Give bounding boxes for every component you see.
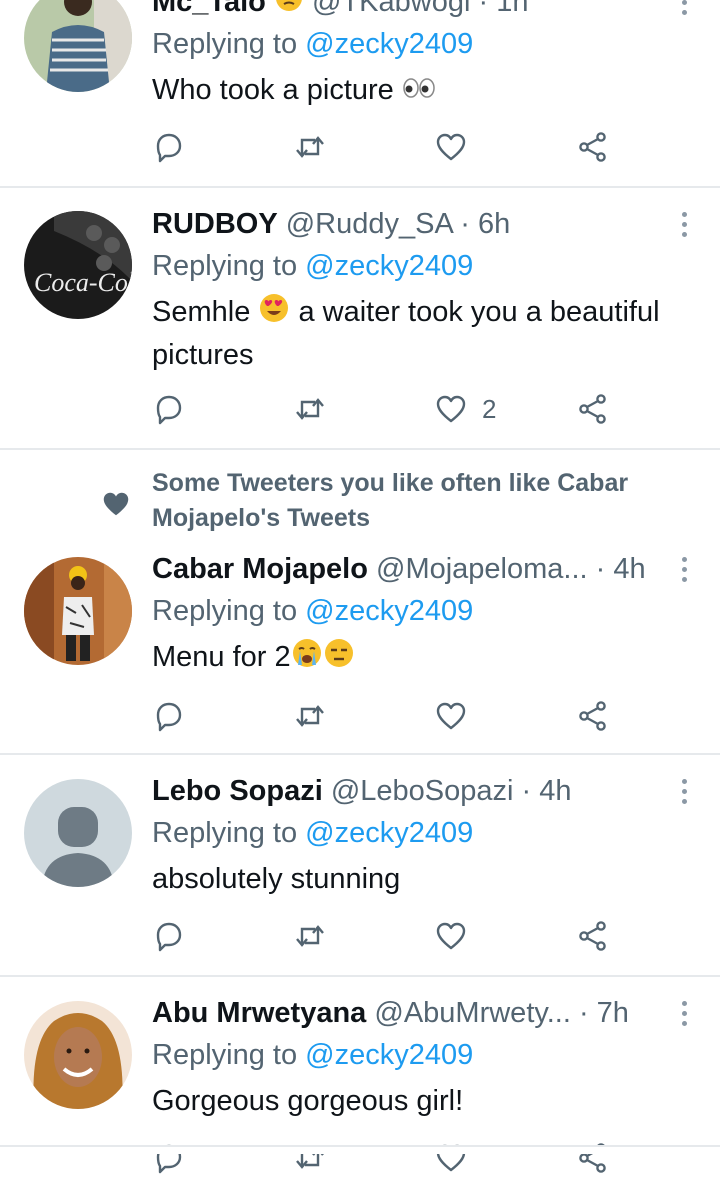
divider [0,975,720,977]
share-icon[interactable] [575,127,609,167]
author-name[interactable]: Abu Mrwetyana [152,997,366,1029]
heart-icon[interactable] [434,1138,482,1178]
more-icon[interactable] [674,204,694,244]
divider [0,753,720,755]
tweet-time[interactable]: · 4h [522,775,572,807]
like-count: 2 [482,393,497,424]
mention-link[interactable]: @zecky2409 [305,817,473,849]
tweet-time[interactable]: · 1h [478,0,528,18]
author-name[interactable]: RUDBOY [152,208,278,240]
tweet-text-start: Semhle [152,296,251,329]
avatar[interactable] [24,779,132,887]
heart-filled-icon [100,488,132,520]
share-icon[interactable] [575,389,609,429]
tweet-text-wrap: Menu for 2 [152,637,697,680]
svg-text:Coca-Cola: Coca-Cola [34,268,132,297]
retweet-icon[interactable] [293,696,327,736]
heart-eyes-emoji [258,292,290,335]
replying-to-label: Replying to [152,817,298,849]
reply-icon[interactable] [152,389,186,429]
tweet-time[interactable]: · 6h [460,208,510,240]
crying-emoji [291,637,323,680]
share-icon[interactable] [575,916,609,956]
heart-icon[interactable] [434,916,482,956]
author-handle[interactable]: @LeboSopazi [331,775,514,807]
divider [0,186,720,188]
replying-to-label: Replying to [152,595,298,627]
tweet-time[interactable]: · 7h [579,997,629,1029]
author-name[interactable]: Lebo Sopazi [152,775,323,807]
divider [0,448,720,450]
author-handle[interactable]: @Ruddy_SA [286,208,452,240]
unamused-emoji [323,637,355,680]
reply-icon[interactable] [152,916,186,956]
avatar[interactable] [24,557,132,665]
tweet-time[interactable]: · 4h [596,553,646,585]
more-icon[interactable] [674,549,694,589]
share-icon[interactable] [575,1138,609,1178]
eyes-emoji [402,71,436,111]
author-name[interactable]: Mc_Talo [152,0,266,18]
tweet-text: absolutely stunning [152,863,401,895]
share-icon[interactable] [575,696,609,736]
replying-to-label: Replying to [152,250,298,282]
social-context: Some Tweeters you like often like Cabar … [152,469,629,532]
tweet-text: Gorgeous gorgeous girl! [152,1085,464,1117]
author-handle[interactable]: @AbuMrwety... [374,997,571,1029]
replying-to-label: Replying to [152,28,298,60]
reply-icon[interactable] [152,696,186,736]
heart-icon[interactable] [434,696,482,736]
more-icon[interactable] [674,0,694,22]
bottom-edge [0,1145,720,1154]
retweet-icon[interactable] [293,1138,327,1178]
retweet-icon[interactable] [293,127,327,167]
mention-link[interactable]: @zecky2409 [305,595,473,627]
mention-link[interactable]: @zecky2409 [305,28,473,60]
avatar[interactable] [24,1001,132,1109]
replying-to-label: Replying to [152,1039,298,1071]
mention-link[interactable]: @zecky2409 [305,250,473,282]
heart-icon[interactable]: 2 [434,389,496,429]
tweet-text: Semhle a waiter took you a beautiful pic… [152,292,697,375]
tweet-text: Who took a picture [152,74,394,106]
author-handle[interactable]: @Mojapeloma... [376,553,588,585]
reply-icon[interactable] [152,127,186,167]
emoji-face [274,0,304,24]
mention-link[interactable]: @zecky2409 [305,1039,473,1071]
avatar[interactable] [24,0,132,92]
heart-icon[interactable] [434,127,482,167]
avatar[interactable]: Coca-Cola [24,211,132,319]
retweet-icon[interactable] [293,389,327,429]
tweet-text: Menu for 2 [152,641,291,674]
retweet-icon[interactable] [293,916,327,956]
author-handle[interactable]: @TKabwogi [312,0,470,18]
more-icon[interactable] [674,771,694,811]
more-icon[interactable] [674,993,694,1033]
reply-icon[interactable] [152,1138,186,1178]
author-name[interactable]: Cabar Mojapelo [152,553,368,585]
